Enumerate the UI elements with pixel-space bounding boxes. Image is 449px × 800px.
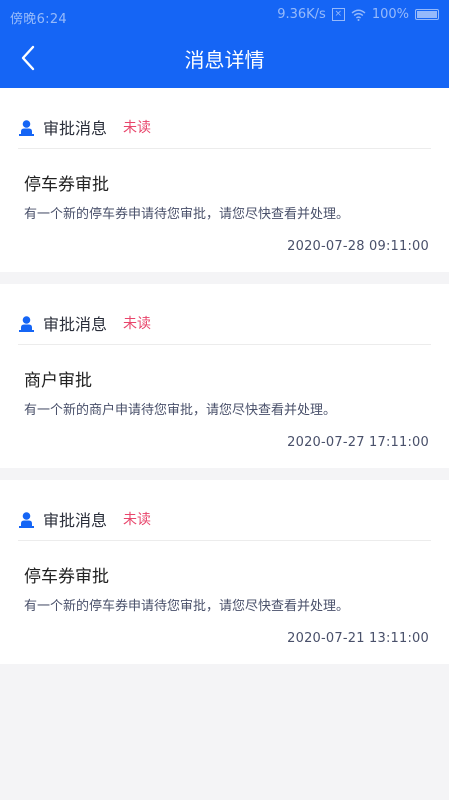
message-type-label: 审批消息 [43,511,108,530]
person-icon [18,315,35,332]
wifi-icon [351,9,366,21]
unread-badge: 未读 [123,512,152,528]
message-time: 2020-07-21 13:11:00 [287,631,429,646]
message-description: 有一个新的商户申请待您审批，请您尽快查看并处理。 [24,403,337,418]
status-indicators: 9.36K/s × 100% [277,7,439,22]
status-bar: 傍晚6:24 9.36K/s × 100% [0,0,449,32]
message-card-header: 审批消息 未读 [18,306,431,340]
page-title: 消息详情 [184,48,265,72]
message-title: 停车券审批 [24,567,109,587]
message-card[interactable]: 审批消息 未读 停车券审批 有一个新的停车券申请待您审批，请您尽快查看并处理。 … [0,480,449,664]
message-type-label: 审批消息 [43,315,108,334]
status-time: 傍晚6:24 [10,12,67,27]
divider [18,344,431,345]
battery-icon [415,9,439,20]
network-speed: 9.36K/s [277,7,326,22]
unread-badge: 未读 [123,120,152,136]
app-header: 傍晚6:24 9.36K/s × 100% 消息详情 [0,0,449,88]
person-icon [18,511,35,528]
message-title: 商户审批 [24,371,92,391]
nav-bar: 消息详情 [0,32,449,88]
message-card[interactable]: 审批消息 未读 停车券审批 有一个新的停车券申请待您审批，请您尽快查看并处理。 … [0,88,449,272]
message-list: 审批消息 未读 停车券审批 有一个新的停车券申请待您审批，请您尽快查看并处理。 … [0,88,449,676]
message-card[interactable]: 审批消息 未读 商户审批 有一个新的商户申请待您审批，请您尽快查看并处理。 20… [0,284,449,468]
unread-badge: 未读 [123,316,152,332]
no-sim-icon: × [331,8,345,21]
message-title: 停车券审批 [24,175,109,195]
person-icon [18,119,35,136]
message-card-header: 审批消息 未读 [18,110,431,144]
message-description: 有一个新的停车券申请待您审批，请您尽快查看并处理。 [24,207,350,222]
message-type-label: 审批消息 [43,119,108,138]
battery-percent: 100% [371,7,409,22]
message-time: 2020-07-28 09:11:00 [287,239,429,254]
divider [18,148,431,149]
message-description: 有一个新的停车券申请待您审批，请您尽快查看并处理。 [24,599,350,614]
divider [18,540,431,541]
message-time: 2020-07-27 17:11:00 [287,435,429,450]
message-card-header: 审批消息 未读 [18,502,431,536]
